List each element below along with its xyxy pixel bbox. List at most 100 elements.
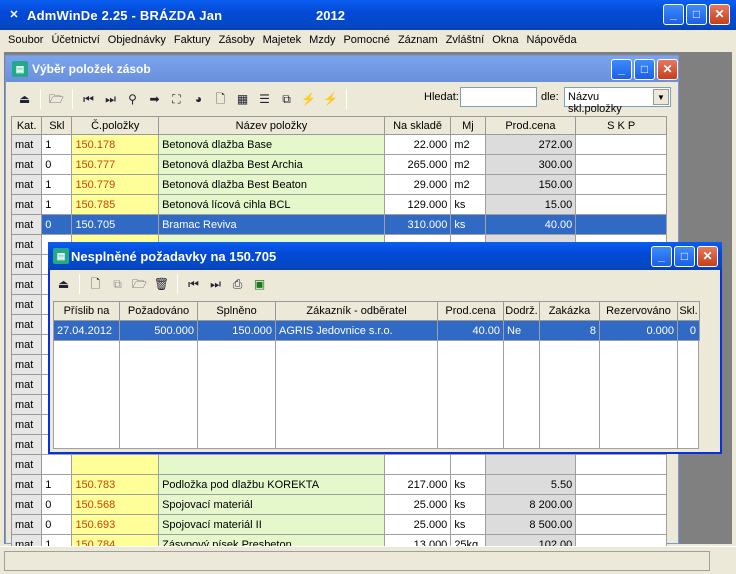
menu-item-11[interactable]: Nápověda	[523, 34, 581, 46]
column-header[interactable]: S K P	[575, 116, 667, 135]
app-icon[interactable]: ✕	[6, 7, 22, 23]
win1-close-button[interactable]: ✕	[657, 59, 678, 80]
window-icon: ▤	[53, 248, 69, 264]
win2-maximize-button[interactable]: □	[674, 246, 695, 267]
column-header[interactable]: Zákazník - odběratel	[275, 301, 438, 321]
filter-icon[interactable]: ⚡	[300, 91, 317, 108]
open-folder-icon[interactable]: 🗁	[48, 91, 65, 108]
column-header[interactable]: Na skladě	[383, 116, 452, 135]
table-cell	[575, 174, 667, 195]
table-row[interactable]: mat 0 150.693 Spojovací materiál II 25.000 ks…	[10, 514, 667, 535]
column-header[interactable]: Prod.cena	[484, 116, 577, 135]
search-input[interactable]	[460, 87, 537, 107]
table-cell: Spojovací materiál II	[158, 514, 385, 535]
column-header[interactable]: Rezervováno	[599, 301, 678, 321]
table-cell: mat	[10, 474, 43, 495]
column-header[interactable]: Skl.	[677, 301, 700, 321]
column-header[interactable]: Prod.cena	[437, 301, 504, 321]
table-cell: 150.00	[484, 174, 577, 195]
search-by-select[interactable]: Názvu skl.položky ▼	[564, 87, 671, 115]
table-icon[interactable]: ▦	[234, 91, 251, 108]
table-cell: 1	[41, 194, 73, 215]
table-cell	[575, 474, 667, 495]
menu-item-3[interactable]: Faktury	[170, 34, 215, 46]
table-row[interactable]: mat 0 150.705 Bramac Reviva 310.000 ks 40.00	[10, 214, 667, 235]
column-header[interactable]: Mj	[450, 116, 486, 135]
column-header[interactable]: Název položky	[158, 116, 385, 135]
win1-maximize-button[interactable]: □	[634, 59, 655, 80]
exit-icon[interactable]: ⏏	[55, 276, 72, 293]
copy-icon[interactable]: ⧉	[278, 91, 295, 108]
table-cell: 150.783	[71, 474, 160, 495]
menu-item-4[interactable]: Zásoby	[215, 34, 259, 46]
menu-item-10[interactable]: Okna	[488, 34, 522, 46]
table-row[interactable]: mat 1 150.178 Betonová dlažba Base 22.000 m2 2…	[10, 134, 667, 155]
table-cell: 310.000	[383, 214, 452, 235]
win1-minimize-button[interactable]: _	[611, 59, 632, 80]
list-icon[interactable]: ☰	[256, 91, 273, 108]
column-header[interactable]: Požadováno	[119, 301, 198, 321]
menu-item-6[interactable]: Mzdy	[305, 34, 339, 46]
menu-item-1[interactable]: Účetnictví	[47, 34, 103, 46]
filter-clear-icon[interactable]: ⚡	[322, 91, 339, 108]
maximize-button[interactable]: □	[686, 4, 707, 25]
menu-item-8[interactable]: Záznam	[394, 34, 442, 46]
table-row[interactable]: mat 1 150.785 Betonová lícová cihla BCL 129.…	[10, 194, 667, 215]
menu-item-5[interactable]: Majetek	[259, 34, 306, 46]
table-cell: mat	[10, 254, 43, 275]
column-header[interactable]: Skl	[41, 116, 73, 135]
column-header[interactable]: Č.položky	[71, 116, 160, 135]
column-header[interactable]: Kat.	[10, 116, 43, 135]
table-row[interactable]: mat 1 150.783 Podložka pod dlažbu KOREKTA 21…	[10, 474, 667, 495]
search-icon[interactable]: ⚲	[124, 91, 141, 108]
first-record-icon[interactable]: ⏮	[185, 276, 202, 293]
requests-toolbar: ⏏ 🗋 ⧉ 🗁 🗑 ⏮ ⏭ ⎙ ▣	[50, 272, 710, 296]
table-cell: 25.000	[383, 514, 452, 535]
close-button[interactable]: ✕	[709, 4, 730, 25]
first-record-icon[interactable]: ⏮	[80, 91, 97, 108]
chevron-down-icon[interactable]: ▼	[653, 89, 669, 105]
menu-item-7[interactable]: Pomocné	[339, 34, 393, 46]
table-cell: 27.04.2012	[53, 320, 120, 341]
menu-item-0[interactable]: Soubor	[4, 34, 47, 46]
last-record-icon[interactable]: ⏭	[207, 276, 224, 293]
table-row[interactable]: 27.04.2012 500.000 150.000 AGRIS Jedovnice …	[53, 320, 700, 341]
toolbar-separator	[177, 274, 178, 294]
table-cell: 217.000	[383, 474, 452, 495]
column-header[interactable]: Příslib na	[53, 301, 120, 321]
table-cell: Ne	[503, 320, 540, 341]
table-row[interactable]: mat 0 150.568 Spojovací materiál 25.000 ks 8 2…	[10, 494, 667, 515]
win2-close-button[interactable]: ✕	[697, 246, 718, 267]
minimize-button[interactable]: _	[663, 4, 684, 25]
goto-arrow-icon[interactable]: ➡	[146, 91, 163, 108]
excel-export-icon[interactable]: ▣	[251, 276, 268, 293]
table-row[interactable]: mat	[10, 454, 667, 475]
column-header[interactable]: Dodrž.	[503, 301, 540, 321]
document-icon[interactable]: 🗋	[212, 91, 229, 108]
table-cell: 5.50	[484, 474, 577, 495]
menu-item-9[interactable]: Zvláštní	[442, 34, 489, 46]
table-cell: 40.00	[484, 214, 577, 235]
open-folder-icon[interactable]: 🗁	[131, 276, 148, 293]
table-cell: 500.000	[119, 320, 198, 341]
win2-minimize-button[interactable]: _	[651, 246, 672, 267]
table-row[interactable]: mat 1 150.779 Betonová dlažba Best Beaton 29…	[10, 174, 667, 195]
table-cell: Spojovací materiál	[158, 494, 385, 515]
table-cell: 150.779	[71, 174, 160, 195]
menu-item-2[interactable]: Objednávky	[104, 34, 170, 46]
table-row[interactable]: mat 0 150.777 Betonová dlažba Best Archia 26…	[10, 154, 667, 175]
copy-icon[interactable]: ⧉	[109, 276, 126, 293]
last-record-icon[interactable]: ⏭	[102, 91, 119, 108]
select-area-icon[interactable]: ⛶	[168, 91, 185, 108]
print-icon[interactable]: ⎙	[229, 276, 246, 293]
exit-icon[interactable]: ⏏	[16, 91, 33, 108]
new-document-icon[interactable]: 🗋	[87, 276, 104, 293]
table-cell: 29.000	[383, 174, 452, 195]
table-cell: m2	[450, 174, 486, 195]
pie-chart-icon[interactable]: ◕	[190, 91, 207, 108]
column-header[interactable]: Zakázka	[539, 301, 600, 321]
table-cell: 150.178	[71, 134, 160, 155]
column-header[interactable]: Splněno	[197, 301, 276, 321]
delete-icon[interactable]: 🗑	[153, 276, 170, 293]
requests-titlebar: ▤ Nesplněné požadavky na 150.705 _ □ ✕	[48, 242, 722, 270]
